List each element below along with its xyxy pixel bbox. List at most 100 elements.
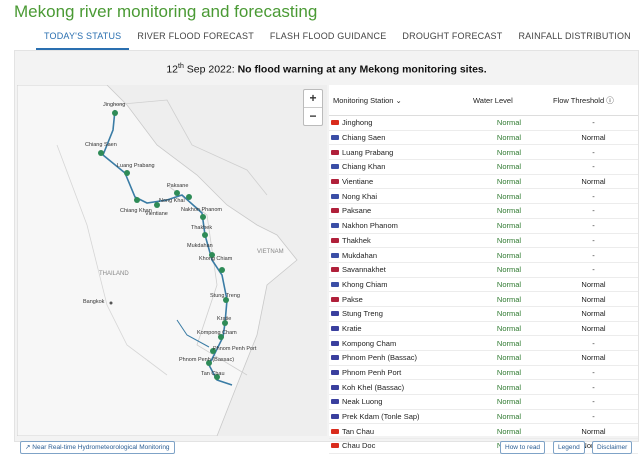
- table-row[interactable]: Luang Prabang Normal -: [329, 145, 638, 161]
- water-level-header: Water Level: [473, 95, 513, 105]
- water-level-cell: Normal: [496, 368, 522, 378]
- flag-icon: [331, 384, 339, 390]
- station-cell: Neak Luong: [329, 397, 469, 406]
- water-level-cell: Normal: [496, 353, 522, 363]
- station-cell: Chiang Khan: [329, 162, 469, 171]
- table-row[interactable]: Nong Khai Normal -: [329, 189, 638, 205]
- table-row[interactable]: Phnom Penh (Bassac) Normal Normal: [329, 351, 638, 366]
- legend-button[interactable]: Legend: [553, 441, 585, 454]
- station-name: Prek Kdam (Tonle Sap): [342, 412, 420, 422]
- table-header: Monitoring Station ⌄ Water Level Flow Th…: [329, 85, 638, 116]
- station-name: Savannakhet: [342, 265, 386, 275]
- map-label-mukdahan: Mukdahan: [187, 243, 213, 249]
- water-level-cell: Normal: [496, 279, 522, 289]
- flow-threshold-cell: -: [592, 118, 595, 128]
- table-row[interactable]: Phnom Penh Port Normal -: [329, 366, 638, 381]
- table-row[interactable]: Chiang Khan Normal -: [329, 160, 638, 175]
- station-cell: Savannakhet: [329, 265, 469, 274]
- flow-threshold-cell: -: [592, 382, 595, 392]
- flag-icon: [331, 311, 339, 317]
- external-link-icon: ↗: [25, 444, 31, 451]
- flag-icon: [331, 428, 339, 434]
- flag-icon: [331, 252, 339, 258]
- help-icon[interactable]: ⓘ: [606, 96, 614, 105]
- station-cell: Khong Chiam: [329, 280, 469, 289]
- table-row[interactable]: Pakse Normal Normal: [329, 292, 638, 307]
- station-cell: Chiang Saen: [329, 133, 469, 142]
- map-label-bangkok: Bangkok: [83, 299, 105, 305]
- table-row[interactable]: Stung Treng Normal Normal: [329, 307, 638, 322]
- map-label-chiang-saen: Chiang Saen: [85, 142, 117, 148]
- water-level-cell: Normal: [496, 177, 522, 187]
- station-name: Chau Doc: [342, 441, 376, 451]
- water-level-cell: Normal: [496, 412, 522, 422]
- station-cell: Kompong Cham: [329, 339, 469, 348]
- water-level-cell: Normal: [496, 235, 522, 245]
- tab-drought-forecast[interactable]: DROUGHT FORECAST: [394, 30, 510, 48]
- table-row[interactable]: Kompong Cham Normal -: [329, 336, 638, 351]
- table-row[interactable]: Paksane Normal -: [329, 204, 638, 219]
- flag-icon: [331, 120, 339, 126]
- flag-icon: [331, 370, 339, 376]
- flow-threshold-cell: -: [592, 235, 595, 245]
- station-column-header[interactable]: Monitoring Station ⌄: [329, 96, 473, 105]
- table-row[interactable]: Neak Luong Normal -: [329, 395, 638, 410]
- table-row[interactable]: Mukdahan Normal -: [329, 248, 638, 263]
- station-name: Luang Prabang: [342, 147, 394, 157]
- map-label-vientiane: Vientiane: [145, 211, 168, 217]
- zoom-out-button[interactable]: −: [304, 107, 322, 125]
- water-level-cell: Normal: [496, 338, 522, 348]
- station-name: Mukdahan: [342, 250, 378, 260]
- content-panel: 12th Sep 2022: No flood warning at any M…: [14, 50, 639, 454]
- flag-icon: [331, 237, 339, 243]
- flow-threshold-cell: Normal: [581, 353, 606, 363]
- table-row[interactable]: Chiang Saen Normal Normal: [329, 131, 638, 146]
- table-row[interactable]: Nakhon Phanom Normal -: [329, 219, 638, 234]
- table-row[interactable]: Koh Khel (Bassac) Normal -: [329, 380, 638, 396]
- realtime-monitoring-link[interactable]: ↗ Near Real-time Hydrometeorological Mon…: [20, 441, 175, 454]
- station-cell: Nakhon Phanom: [329, 221, 469, 230]
- tab-river-flood-forecast[interactable]: RIVER FLOOD FORECAST: [129, 30, 262, 48]
- station-cell: Stung Treng: [329, 309, 469, 318]
- status-banner: 12th Sep 2022: No flood warning at any M…: [15, 63, 638, 76]
- flow-threshold-cell: Normal: [581, 133, 606, 143]
- station-name: Paksane: [342, 206, 372, 216]
- table-row[interactable]: Vientiane Normal Normal: [329, 175, 638, 190]
- table-row[interactable]: Savannakhet Normal -: [329, 263, 638, 278]
- table-row[interactable]: Thakhek Normal -: [329, 234, 638, 249]
- table-row[interactable]: Jinghong Normal -: [329, 116, 638, 131]
- map-label-jinghong: Jinghong: [103, 102, 126, 108]
- station-cell: Nong Khai: [329, 192, 469, 201]
- tab-rainfall-distribution[interactable]: RAINFALL DISTRIBUTION: [510, 30, 638, 48]
- tab-bar: TODAY'S STATUS RIVER FLOOD FORECAST FLAS…: [36, 30, 639, 50]
- map-label-stung-treng: Stung Treng: [210, 293, 240, 299]
- flow-threshold-cell: -: [592, 221, 595, 231]
- map-label-thailand: THAILAND: [99, 271, 129, 277]
- flag-icon: [331, 193, 339, 199]
- disclaimer-button[interactable]: Disclaimer: [592, 441, 633, 454]
- water-level-cell: Normal: [496, 133, 522, 143]
- station-cell: Kratie: [329, 324, 469, 333]
- map-label-khong-chiam: Khong Chiam: [199, 256, 233, 262]
- flow-threshold-cell: Normal: [581, 177, 606, 187]
- mekong-map[interactable]: Jinghong Chiang Saen Luang Prabang Chian…: [17, 85, 327, 436]
- table-row[interactable]: Tan Chau Normal Normal: [329, 424, 638, 440]
- table-row[interactable]: Prek Kdam (Tonle Sap) Normal -: [329, 410, 638, 425]
- tab-flash-flood-guidance[interactable]: FLASH FLOOD GUIDANCE: [262, 30, 395, 48]
- map-label-kompong-cham: Kompong Cham: [197, 330, 237, 336]
- table-row[interactable]: Khong Chiam Normal Normal: [329, 278, 638, 293]
- tab-todays-status[interactable]: TODAY'S STATUS: [36, 30, 130, 50]
- banner-date: Sep 2022:: [183, 63, 235, 76]
- how-to-read-button[interactable]: How to read: [500, 441, 546, 454]
- flow-threshold-cell: -: [592, 368, 595, 378]
- station-cell: Phnom Penh Port: [329, 368, 469, 377]
- water-level-cell: Normal: [496, 162, 522, 172]
- station-cell: Thakhek: [329, 236, 469, 245]
- station-name: Neak Luong: [342, 397, 383, 407]
- water-level-cell: Normal: [496, 250, 522, 260]
- zoom-in-button[interactable]: +: [304, 90, 322, 107]
- map-label-kratie: Kratie: [217, 316, 232, 322]
- flow-threshold-cell: -: [592, 206, 595, 216]
- table-row[interactable]: Kratie Normal Normal: [329, 322, 638, 337]
- map-label-nong-khai: Nong Khai: [159, 198, 185, 204]
